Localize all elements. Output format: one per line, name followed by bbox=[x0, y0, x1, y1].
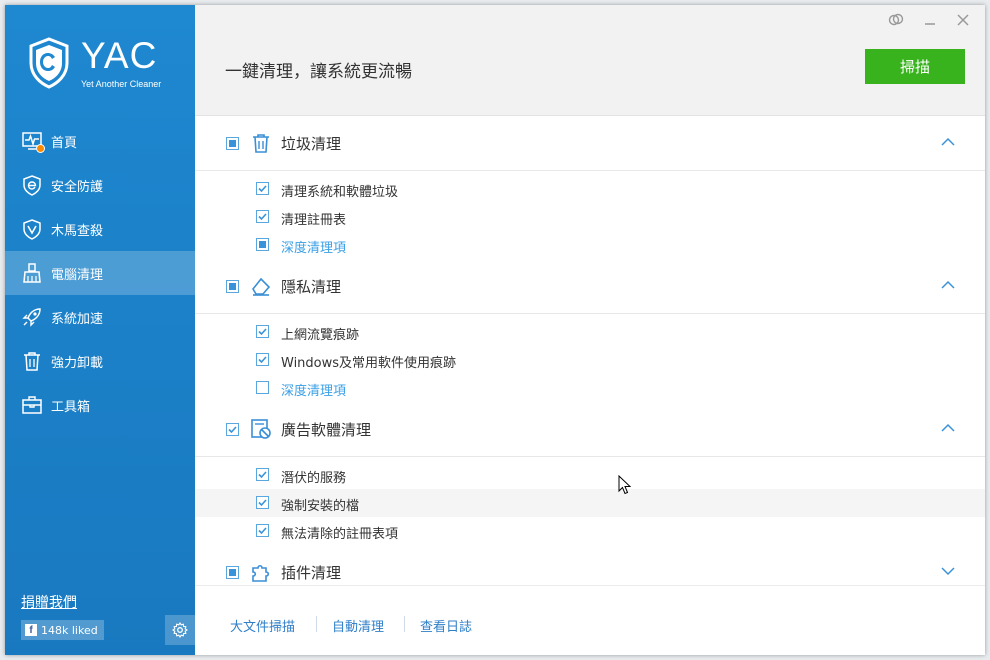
sidebar-item-uninstall[interactable]: 強力卸載 bbox=[5, 339, 195, 383]
item-label: 強制安裝的檔 bbox=[281, 499, 360, 514]
chevron-up-icon[interactable] bbox=[940, 279, 956, 291]
skin-button[interactable] bbox=[887, 11, 905, 29]
chat-bubble-icon bbox=[888, 13, 904, 26]
item-checkbox[interactable] bbox=[256, 496, 269, 509]
section-privacy-clean[interactable]: 隱私清理 bbox=[195, 259, 985, 314]
rocket-icon bbox=[21, 306, 43, 328]
logo-subtitle: Yet Another Cleaner bbox=[81, 79, 162, 89]
close-button[interactable] bbox=[954, 11, 972, 29]
sidebar-item-label: 木馬查殺 bbox=[51, 223, 104, 239]
header: 一鍵清理，讓系統更流暢 掃描 bbox=[195, 5, 985, 116]
mouse-cursor-icon bbox=[618, 475, 632, 495]
sidebar-item-label: 系統加速 bbox=[51, 311, 104, 327]
section-title: 插件清理 bbox=[281, 564, 342, 582]
item-checkbox[interactable] bbox=[256, 468, 269, 481]
chevron-up-icon[interactable] bbox=[940, 422, 956, 434]
broom-icon bbox=[21, 262, 43, 284]
puzzle-icon bbox=[252, 564, 270, 582]
deep-clean-link[interactable]: 深度清理項 bbox=[281, 237, 346, 256]
facebook-like-button[interactable]: f 148k liked bbox=[21, 620, 104, 640]
sidebar-item-label: 電腦清理 bbox=[51, 267, 104, 283]
footer-divider bbox=[404, 616, 405, 632]
section-checkbox[interactable] bbox=[226, 137, 239, 150]
item-label: Windows及常用軟件使用痕跡 bbox=[281, 356, 457, 371]
trash-icon bbox=[21, 350, 43, 372]
list-item[interactable]: 上網流覽痕跡 bbox=[195, 318, 985, 346]
sidebar-item-pc-clean[interactable]: 電腦清理 bbox=[5, 251, 195, 295]
section-checkbox[interactable] bbox=[226, 566, 239, 579]
notification-dot bbox=[36, 144, 45, 153]
toolbox-icon bbox=[21, 394, 43, 416]
pulse-monitor-icon bbox=[21, 130, 45, 153]
shield-e-icon bbox=[21, 174, 43, 196]
gear-icon bbox=[172, 622, 188, 638]
item-checkbox[interactable] bbox=[256, 210, 269, 223]
item-checkbox[interactable] bbox=[256, 353, 269, 366]
item-checkbox[interactable] bbox=[256, 182, 269, 195]
shield-logo-icon bbox=[29, 37, 69, 89]
facebook-like-count: 148k liked bbox=[41, 623, 98, 637]
section-adware-clean[interactable]: 廣告軟體清理 bbox=[195, 402, 985, 457]
section-title: 垃圾清理 bbox=[281, 135, 342, 153]
main-panel: 一鍵清理，讓系統更流暢 掃描 垃圾清理 清理系統和軟體垃圾 清理註冊表 深度清理… bbox=[195, 5, 985, 655]
eraser-icon bbox=[252, 277, 271, 296]
sidebar-item-speedup[interactable]: 系統加速 bbox=[5, 295, 195, 339]
close-icon bbox=[957, 14, 969, 26]
sidebar-item-label: 首頁 bbox=[51, 135, 78, 151]
minimize-icon bbox=[925, 23, 935, 25]
item-label: 潛伏的服務 bbox=[281, 471, 347, 486]
section-checkbox[interactable] bbox=[226, 280, 239, 293]
sidebar-item-label: 安全防護 bbox=[51, 179, 104, 195]
list-item[interactable]: 清理系統和軟體垃圾 bbox=[195, 175, 985, 203]
sidebar-item-label: 強力卸載 bbox=[51, 355, 104, 371]
trash-icon bbox=[253, 134, 269, 153]
chevron-up-icon[interactable] bbox=[940, 136, 956, 148]
list-item[interactable]: 強制安裝的檔 bbox=[195, 489, 985, 517]
item-checkbox[interactable] bbox=[256, 238, 269, 251]
sidebar-item-label: 工具箱 bbox=[51, 399, 91, 415]
item-checkbox[interactable] bbox=[256, 381, 269, 394]
section-junk-clean[interactable]: 垃圾清理 bbox=[195, 116, 985, 171]
item-label: 上網流覽痕跡 bbox=[281, 328, 360, 343]
sidebar-item-home[interactable]: 首頁 bbox=[5, 119, 195, 163]
app-logo: YAC Yet Another Cleaner bbox=[27, 35, 187, 97]
item-label: 清理註冊表 bbox=[281, 213, 347, 228]
auto-clean-link[interactable]: 自動清理 bbox=[332, 616, 384, 635]
page-title: 一鍵清理，讓系統更流暢 bbox=[225, 62, 412, 82]
shield-check-icon bbox=[21, 218, 43, 240]
list-item[interactable]: 潛伏的服務 bbox=[195, 461, 985, 489]
footer-divider bbox=[316, 616, 317, 632]
clean-options-list: 垃圾清理 清理系統和軟體垃圾 清理註冊表 深度清理項 隱私清理 上網流覽痕跡 W… bbox=[195, 116, 985, 599]
donate-link[interactable]: 捐贈我們 bbox=[21, 592, 77, 612]
list-item[interactable]: 清理註冊表 bbox=[195, 203, 985, 231]
settings-button[interactable] bbox=[165, 615, 195, 645]
chevron-down-icon[interactable] bbox=[940, 565, 956, 577]
section-title: 隱私清理 bbox=[281, 278, 342, 296]
sidebar-item-trojan-scan[interactable]: 木馬查殺 bbox=[5, 207, 195, 251]
list-item[interactable]: 深度清理項 bbox=[195, 374, 985, 402]
section-title: 廣告軟體清理 bbox=[281, 421, 372, 439]
facebook-icon: f bbox=[25, 624, 37, 636]
deep-clean-link[interactable]: 深度清理項 bbox=[281, 380, 346, 399]
sidebar-nav: 首頁 安全防護 木馬查殺 電腦清理 系統加速 強力卸載 工具箱 bbox=[5, 119, 195, 427]
list-item[interactable]: Windows及常用軟件使用痕跡 bbox=[195, 346, 985, 374]
list-item[interactable]: 深度清理項 bbox=[195, 231, 985, 259]
item-checkbox[interactable] bbox=[256, 325, 269, 338]
footer-links: 大文件掃描 自動清理 查看日誌 bbox=[195, 585, 985, 655]
list-item[interactable]: 無法清除的註冊表項 bbox=[195, 517, 985, 545]
item-checkbox[interactable] bbox=[256, 524, 269, 537]
ad-block-icon bbox=[251, 419, 271, 439]
logo-text: YAC bbox=[81, 35, 158, 76]
sidebar-item-security[interactable]: 安全防護 bbox=[5, 163, 195, 207]
app-window: YAC Yet Another Cleaner 首頁 安全防護 木馬查殺 電腦清… bbox=[5, 5, 985, 655]
scan-button[interactable]: 掃描 bbox=[865, 49, 965, 84]
large-file-scan-link[interactable]: 大文件掃描 bbox=[230, 616, 295, 635]
item-label: 清理系統和軟體垃圾 bbox=[281, 185, 399, 200]
sidebar: YAC Yet Another Cleaner 首頁 安全防護 木馬查殺 電腦清… bbox=[5, 5, 195, 655]
sidebar-item-toolbox[interactable]: 工具箱 bbox=[5, 383, 195, 427]
item-label: 無法清除的註冊表項 bbox=[281, 527, 399, 542]
section-checkbox[interactable] bbox=[226, 423, 239, 436]
view-log-link[interactable]: 查看日誌 bbox=[420, 616, 472, 635]
minimize-button[interactable] bbox=[921, 11, 939, 29]
